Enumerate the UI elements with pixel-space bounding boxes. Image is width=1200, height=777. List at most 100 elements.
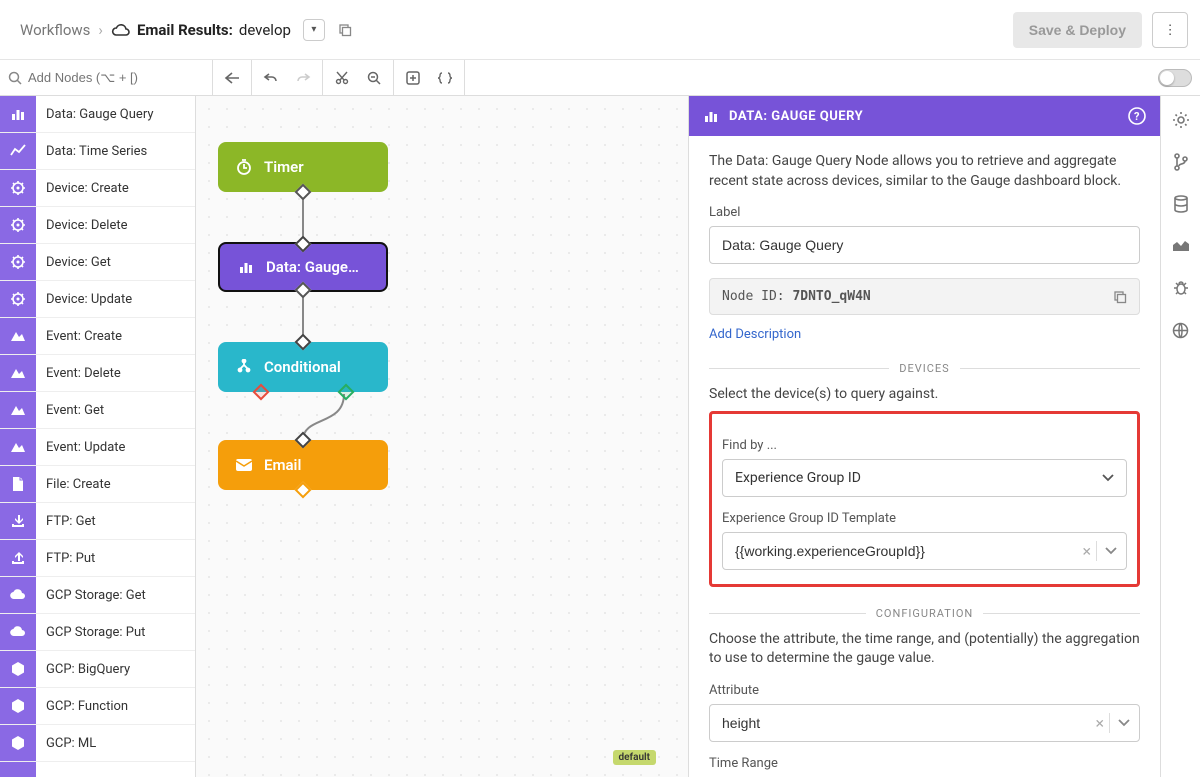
palette-item[interactable]: FTP: Get [0, 503, 195, 540]
find-by-label: Find by ... [722, 438, 1127, 453]
palette-item[interactable]: Event: Get [0, 392, 195, 429]
line-chart-icon [0, 133, 36, 169]
breadcrumb-root[interactable]: Workflows [20, 21, 90, 39]
mountain-icon [0, 318, 36, 354]
palette-item[interactable]: File: Create [0, 466, 195, 503]
palette-item[interactable]: GCP: ML [0, 725, 195, 762]
cog-minus-icon [0, 207, 36, 243]
mountain-icon [0, 355, 36, 391]
workflow-canvas[interactable]: Timer Data: Gauge… Conditional Email def… [196, 96, 688, 777]
node-gauge-query[interactable]: Data: Gauge… [218, 242, 388, 292]
time-range-label: Time Range [709, 756, 1140, 771]
search-input[interactable] [28, 70, 204, 85]
download-icon [0, 503, 36, 539]
palette-item[interactable]: Device: Get [0, 244, 195, 281]
palette-item[interactable]: Device: Update [0, 281, 195, 318]
properties-panel: Data: Gauge Query ? The Data: Gauge Quer… [688, 96, 1160, 777]
hex-icon [0, 688, 36, 724]
hex-icon [0, 651, 36, 687]
palette-item[interactable]: Event: Create [0, 318, 195, 355]
clear-icon[interactable]: × [1082, 541, 1091, 560]
input-port[interactable] [295, 432, 312, 449]
cloud-up-icon [0, 614, 36, 650]
label-input[interactable] [709, 226, 1140, 264]
gear-icon[interactable] [1171, 110, 1191, 130]
more-button[interactable]: ⋮ [1152, 12, 1188, 48]
default-badge: default [613, 750, 656, 765]
bug-icon[interactable] [1171, 278, 1191, 298]
clear-icon[interactable]: × [1095, 713, 1104, 732]
node-conditional[interactable]: Conditional [218, 342, 388, 392]
bar-chart-icon [236, 257, 256, 277]
output-port[interactable] [295, 482, 312, 499]
cloud-down-icon [0, 577, 36, 613]
search-icon [8, 71, 22, 85]
highlighted-section: Find by ... Experience Group ID Experien… [709, 411, 1140, 587]
attribute-input[interactable] [709, 704, 1140, 742]
svg-text:?: ? [1134, 110, 1140, 123]
redo-icon[interactable] [292, 67, 314, 89]
globe-icon[interactable] [1171, 320, 1191, 340]
debug-toggle[interactable] [1158, 69, 1192, 87]
cog-down-icon [0, 244, 36, 280]
palette-item[interactable]: Event: Delete [0, 355, 195, 392]
label-field-label: Label [709, 205, 1140, 220]
node-palette: Data: Gauge Query Data: Time Series Devi… [0, 96, 196, 777]
add-node-icon[interactable] [402, 67, 424, 89]
group-id-template-input[interactable] [722, 532, 1127, 570]
panel-title: Data: Gauge Query [729, 109, 863, 124]
configuration-intro: Choose the attribute, the time range, an… [709, 630, 1140, 669]
hex-icon [0, 725, 36, 761]
palette-item[interactable]: Event: Update [0, 429, 195, 466]
output-port[interactable] [295, 184, 312, 201]
attribute-label: Attribute [709, 683, 1140, 698]
node-email[interactable]: Email [218, 440, 388, 490]
input-port[interactable] [295, 236, 312, 253]
chevron-down-icon[interactable] [1109, 713, 1130, 733]
node-timer[interactable]: Timer [218, 142, 388, 192]
top-bar: Workflows › Email Results:develop ▾ Save… [0, 0, 1200, 60]
code-braces-icon[interactable] [434, 67, 456, 89]
input-port[interactable] [295, 334, 312, 351]
palette-item[interactable]: Device: Create [0, 170, 195, 207]
area-chart-icon[interactable] [1171, 236, 1191, 256]
palette-item[interactable]: GCP Storage: Put [0, 614, 195, 651]
cog-up-icon [0, 281, 36, 317]
copy-icon[interactable] [1113, 290, 1127, 304]
bar-chart-icon [703, 108, 719, 124]
configuration-divider: CONFIGURATION [709, 607, 1140, 620]
zoom-out-icon[interactable] [363, 67, 385, 89]
palette-item[interactable]: GCP: Function [0, 688, 195, 725]
palette-item[interactable]: GCP: BigQuery [0, 651, 195, 688]
database-icon[interactable] [1171, 194, 1191, 214]
find-by-select[interactable]: Experience Group ID [722, 459, 1127, 497]
true-port[interactable] [337, 384, 354, 401]
help-icon[interactable]: ? [1128, 107, 1146, 125]
output-port[interactable] [295, 282, 312, 299]
group-id-template-label: Experience Group ID Template [722, 511, 1127, 526]
top-right: Save & Deploy ⋮ [1013, 12, 1188, 48]
add-description-link[interactable]: Add Description [709, 327, 801, 342]
back-icon[interactable] [221, 67, 243, 89]
palette-item[interactable]: Data: Time Series [0, 133, 195, 170]
palette-item[interactable]: Device: Delete [0, 207, 195, 244]
mountain-icon [0, 392, 36, 428]
save-deploy-button[interactable]: Save & Deploy [1013, 12, 1142, 48]
search-box[interactable] [0, 60, 213, 95]
copy-icon[interactable] [333, 18, 357, 42]
file-icon [0, 466, 36, 502]
palette-item[interactable]: Data: Gauge Query [0, 96, 195, 133]
git-branch-icon[interactable] [1171, 152, 1191, 172]
bar-chart-icon [0, 96, 36, 132]
branch-dropdown[interactable]: ▾ [303, 19, 325, 41]
timer-icon [234, 157, 254, 177]
chevron-down-icon [1102, 474, 1114, 482]
undo-icon[interactable] [260, 67, 282, 89]
palette-item[interactable]: GCP Storage: Get [0, 577, 195, 614]
palette-item[interactable]: FTP: Put [0, 540, 195, 577]
cut-icon[interactable] [331, 67, 353, 89]
false-port[interactable] [252, 384, 269, 401]
panel-header: Data: Gauge Query ? [689, 96, 1160, 136]
devices-divider: DEVICES [709, 362, 1140, 375]
chevron-down-icon[interactable] [1096, 541, 1117, 561]
